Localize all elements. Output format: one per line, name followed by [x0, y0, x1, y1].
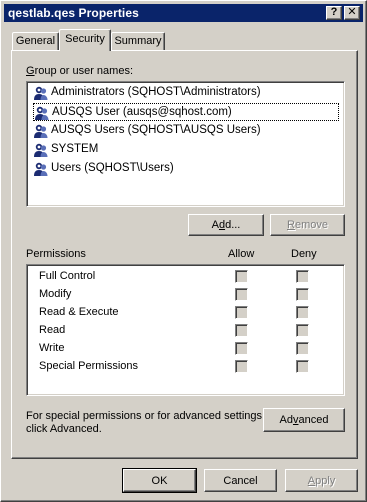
- user-list-item[interactable]: AUSQS User (ausqs@sqhost.com): [33, 103, 339, 121]
- user-name: SYSTEM: [51, 143, 99, 155]
- properties-window: qestlab.qes Properties ? ✕ General Secur…: [0, 0, 367, 502]
- user-name: Administrators (SQHOST\Administrators): [51, 86, 261, 98]
- user-group-icon: [33, 85, 49, 101]
- allow-column-header: Allow: [228, 248, 255, 260]
- allow-checkbox[interactable]: [235, 360, 248, 373]
- tab-security-label: Security: [65, 33, 105, 45]
- permission-row: Write: [39, 340, 349, 358]
- tab-security[interactable]: Security: [59, 29, 111, 51]
- allow-checkbox[interactable]: [235, 324, 248, 337]
- title-bar[interactable]: qestlab.qes Properties ? ✕: [4, 4, 363, 22]
- user-group-icon: [33, 161, 49, 177]
- permissions-list: Full Control Modify Read & Execute Read Writ…: [26, 264, 345, 396]
- security-tab-panel: Group or user names: Administrators (SQH…: [11, 50, 358, 459]
- permission-row: Full Control: [39, 268, 349, 286]
- permission-name: Special Permissions: [39, 360, 139, 372]
- permission-row: Modify: [39, 286, 349, 304]
- permissions-label: Permissions: [26, 248, 86, 260]
- close-icon: ✕: [347, 6, 357, 18]
- group-or-user-names-label: Group or user names:: [26, 65, 133, 77]
- ok-button[interactable]: OK: [122, 468, 197, 493]
- user-list-item[interactable]: Users (SQHOST\Users): [33, 160, 339, 178]
- user-list-item[interactable]: SYSTEM: [33, 141, 339, 159]
- permission-row: Read & Execute: [39, 304, 349, 322]
- tab-general[interactable]: General: [12, 32, 59, 50]
- deny-checkbox[interactable]: [296, 342, 309, 355]
- user-name: AUSQS Users (SQHOST\AUSQS Users): [51, 124, 261, 136]
- allow-checkbox[interactable]: [235, 270, 248, 283]
- permission-row: Special Permissions: [39, 358, 349, 376]
- deny-checkbox[interactable]: [296, 270, 309, 283]
- user-list-item[interactable]: Administrators (SQHOST\Administrators): [33, 84, 339, 102]
- permission-row: Read: [39, 322, 349, 340]
- tab-summary-label: Summary: [114, 35, 162, 47]
- user-list[interactable]: Administrators (SQHOST\Administrators) AU…: [26, 81, 345, 207]
- add-button[interactable]: Add...: [188, 214, 264, 236]
- allow-checkbox[interactable]: [235, 342, 248, 355]
- user-group-icon: [34, 105, 50, 121]
- apply-button[interactable]: Apply: [285, 469, 358, 492]
- ok-button-label: OK: [151, 474, 168, 487]
- advanced-button[interactable]: Advanced: [263, 408, 345, 432]
- window-title: qestlab.qes Properties: [8, 6, 139, 20]
- cancel-button[interactable]: Cancel: [204, 469, 277, 492]
- permission-name: Write: [39, 342, 65, 354]
- help-icon: ?: [330, 6, 338, 18]
- permission-name: Full Control: [39, 270, 96, 282]
- deny-checkbox[interactable]: [296, 324, 309, 337]
- allow-checkbox[interactable]: [235, 288, 248, 301]
- deny-checkbox[interactable]: [296, 288, 309, 301]
- user-group-icon: [33, 142, 49, 158]
- tab-general-label: General: [15, 35, 56, 47]
- permission-name: Read: [39, 324, 66, 336]
- advanced-note-line2: click Advanced.: [26, 423, 102, 435]
- user-group-icon: [33, 123, 49, 139]
- advanced-note-line1: For special permissions or for advanced …: [26, 410, 266, 422]
- tab-summary[interactable]: Summary: [111, 32, 165, 50]
- deny-checkbox[interactable]: [296, 360, 309, 373]
- cancel-button-label: Cancel: [223, 474, 258, 487]
- help-button[interactable]: ?: [326, 6, 342, 20]
- remove-button[interactable]: Remove: [270, 214, 345, 236]
- close-button[interactable]: ✕: [344, 6, 360, 20]
- deny-checkbox[interactable]: [296, 306, 309, 319]
- user-name: AUSQS User (ausqs@sqhost.com): [52, 106, 232, 118]
- deny-column-header: Deny: [291, 248, 317, 260]
- permission-name: Read & Execute: [39, 306, 119, 318]
- user-name: Users (SQHOST\Users): [51, 162, 174, 174]
- permission-name: Modify: [39, 288, 72, 300]
- user-list-item[interactable]: AUSQS Users (SQHOST\AUSQS Users): [33, 122, 339, 140]
- allow-checkbox[interactable]: [235, 306, 248, 319]
